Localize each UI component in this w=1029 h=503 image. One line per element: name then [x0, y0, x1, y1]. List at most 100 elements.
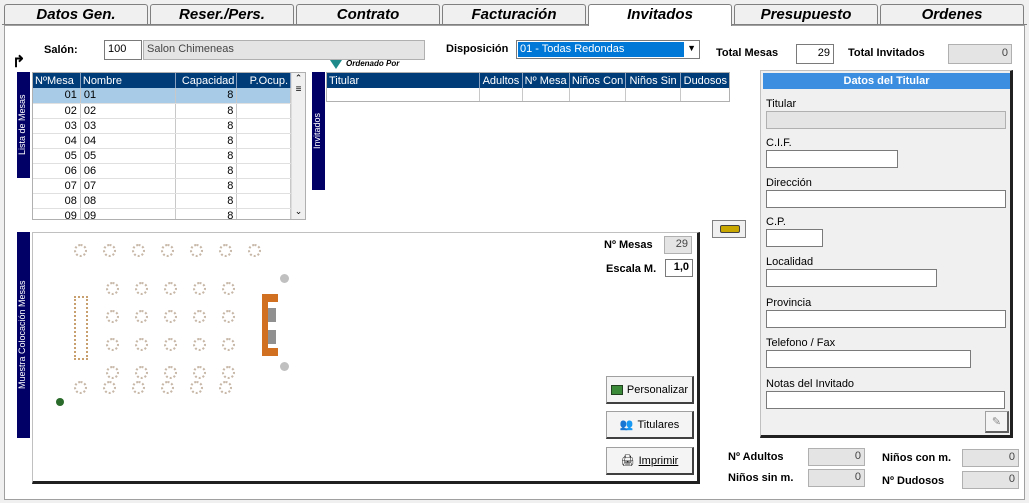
- provincia-field[interactable]: [766, 310, 1006, 328]
- col-nmesa[interactable]: Nº Mesa: [522, 73, 570, 88]
- round-table[interactable]: [193, 310, 206, 323]
- side-tab-muestra[interactable]: Muestra Colocación Mesas: [17, 232, 30, 438]
- round-table[interactable]: [193, 366, 206, 379]
- round-table[interactable]: [135, 310, 148, 323]
- round-table[interactable]: [222, 338, 235, 351]
- cif-field[interactable]: [766, 150, 898, 168]
- col-ninos-sin[interactable]: Niños Sin: [625, 73, 681, 88]
- mesas-scrollbar[interactable]: ⌃ ≡ ⌄: [291, 73, 305, 219]
- titulares-label: Titulares: [637, 418, 680, 431]
- round-table[interactable]: [135, 338, 148, 351]
- table-row[interactable]: [327, 88, 729, 101]
- round-table[interactable]: [222, 282, 235, 295]
- round-table[interactable]: [103, 381, 116, 394]
- round-table[interactable]: [132, 244, 145, 257]
- round-table[interactable]: [74, 244, 87, 257]
- tab-contrato[interactable]: Contrato: [296, 4, 440, 24]
- mesa-nombre-cell: 01: [80, 88, 176, 104]
- edit-notes-icon[interactable]: ✎: [985, 411, 1009, 433]
- titulares-button[interactable]: 👥 Titulares: [606, 411, 694, 439]
- notas-field[interactable]: [766, 391, 1005, 409]
- round-table[interactable]: [103, 244, 116, 257]
- tab-invitados[interactable]: Invitados: [588, 4, 732, 26]
- table-row[interactable]: 05 05 8: [33, 148, 291, 164]
- col-nombre[interactable]: Nombre: [80, 73, 176, 88]
- mesa-nombre-cell: 02: [80, 103, 176, 119]
- direccion-field[interactable]: [766, 190, 1006, 208]
- direccion-label: Dirección: [766, 177, 812, 189]
- scroll-up-icon[interactable]: ⌃: [292, 73, 305, 84]
- salon-code-field[interactable]: 100: [104, 40, 142, 60]
- round-table[interactable]: [222, 366, 235, 379]
- telefono-field[interactable]: [766, 350, 971, 368]
- round-table[interactable]: [135, 366, 148, 379]
- table-view-icon[interactable]: [712, 220, 746, 238]
- round-table[interactable]: [219, 244, 232, 257]
- round-table[interactable]: [106, 310, 119, 323]
- column-marker: [280, 274, 289, 283]
- round-table[interactable]: [106, 366, 119, 379]
- round-table[interactable]: [190, 244, 203, 257]
- round-table[interactable]: [219, 381, 232, 394]
- col-dudosos[interactable]: Dudosos: [680, 73, 729, 88]
- col-titular[interactable]: Titular: [327, 73, 481, 88]
- adultos-field: 0: [808, 448, 865, 466]
- col-adultos[interactable]: Adultos: [479, 73, 523, 88]
- sort-indicator-icon[interactable]: [330, 60, 342, 69]
- localidad-field[interactable]: [766, 269, 937, 287]
- round-table[interactable]: [164, 282, 177, 295]
- scroll-down-icon[interactable]: ⌄: [292, 206, 305, 217]
- table-row[interactable]: 07 07 8: [33, 178, 291, 194]
- col-nummesa[interactable]: NºMesa: [33, 73, 81, 88]
- round-table[interactable]: [74, 381, 87, 394]
- tab-ordenes[interactable]: Ordenes: [880, 4, 1024, 24]
- table-row[interactable]: 08 08 8: [33, 193, 291, 209]
- round-table[interactable]: [222, 310, 235, 323]
- mesa-pocup-cell: [236, 118, 291, 134]
- round-table[interactable]: [135, 282, 148, 295]
- round-table[interactable]: [164, 366, 177, 379]
- round-table[interactable]: [164, 310, 177, 323]
- table-row[interactable]: 03 03 8: [33, 118, 291, 134]
- tab-facturacion[interactable]: Facturación: [442, 4, 586, 24]
- table-row[interactable]: 01 01 8: [33, 88, 291, 104]
- tab-datos-gen[interactable]: Datos Gen.: [4, 4, 148, 24]
- round-table[interactable]: [161, 381, 174, 394]
- round-table[interactable]: [248, 244, 261, 257]
- table-row[interactable]: 04 04 8: [33, 133, 291, 149]
- layout-canvas[interactable]: [34, 234, 594, 478]
- col-pocup[interactable]: P.Ocup.: [236, 73, 291, 88]
- round-table[interactable]: [106, 282, 119, 295]
- col-capacidad[interactable]: Capacidad: [175, 73, 238, 88]
- num-mesas-field: 29: [664, 236, 692, 254]
- escala-field[interactable]: 1,0: [665, 259, 693, 277]
- round-table[interactable]: [193, 338, 206, 351]
- personalizar-icon: [610, 384, 623, 395]
- table-row[interactable]: 09 09 8: [33, 208, 291, 219]
- table-row[interactable]: 02 02 8: [33, 103, 291, 119]
- round-table[interactable]: [106, 338, 119, 351]
- imprimir-button[interactable]: 🖨 Imprimir: [606, 447, 694, 475]
- disposicion-label: Disposición: [446, 43, 509, 55]
- side-tab-lista-mesas[interactable]: Lista de Mesas: [17, 72, 30, 178]
- imprimir-label: Imprimir: [638, 454, 679, 467]
- long-table[interactable]: [74, 296, 88, 360]
- round-table[interactable]: [190, 381, 203, 394]
- tab-presupuesto[interactable]: Presupuesto: [734, 4, 878, 24]
- mesa-capacidad-cell: 8: [175, 163, 238, 179]
- back-arrow-icon[interactable]: ↱: [12, 52, 25, 72]
- table-row[interactable]: 06 06 8: [33, 163, 291, 179]
- round-table[interactable]: [193, 282, 206, 295]
- side-tab-invitados[interactable]: Invitados: [312, 72, 325, 190]
- chevron-down-icon[interactable]: ▼: [687, 43, 696, 53]
- round-table[interactable]: [164, 338, 177, 351]
- dudosos-field: 0: [962, 471, 1019, 489]
- tab-reser-pers[interactable]: Reser./Pers.: [150, 4, 294, 24]
- col-ninos-con[interactable]: Niños Con: [569, 73, 627, 88]
- scroll-thumb[interactable]: ≡: [292, 84, 305, 95]
- round-table[interactable]: [132, 381, 145, 394]
- personalizar-button[interactable]: Personalizar: [606, 376, 694, 404]
- disposicion-select[interactable]: 01 - Todas Redondas ▼: [516, 40, 700, 59]
- round-table[interactable]: [161, 244, 174, 257]
- cp-field[interactable]: [766, 229, 823, 247]
